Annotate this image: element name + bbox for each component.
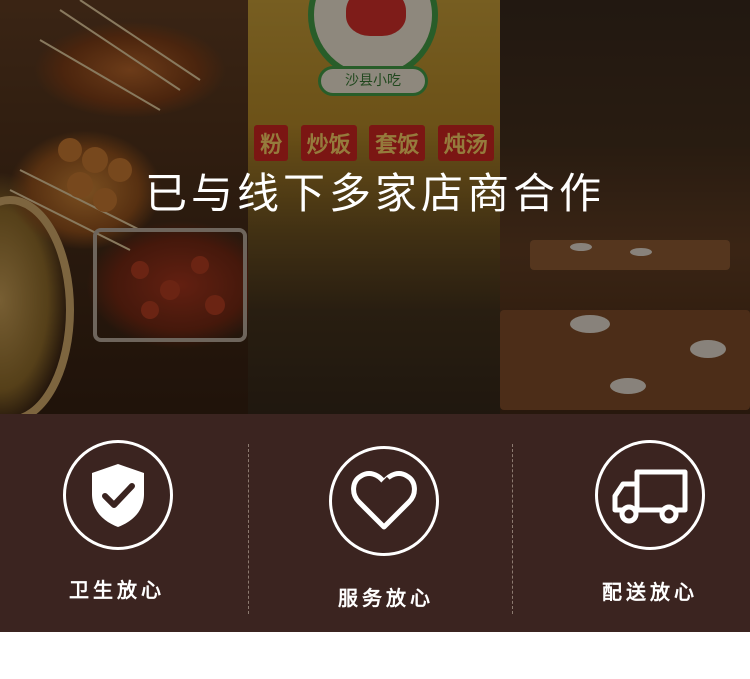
divider bbox=[248, 444, 249, 614]
heart-icon bbox=[351, 471, 417, 530]
feature-label: 卫生放心 bbox=[69, 578, 165, 602]
feature-service: 服务放心 bbox=[296, 440, 476, 620]
feature-icon-circle bbox=[63, 440, 173, 550]
divider bbox=[512, 444, 513, 614]
assurance-band: 卫生放心 服务放心 配送放心 bbox=[0, 414, 750, 632]
feature-icon-circle bbox=[329, 446, 439, 556]
feature-label: 服务放心 bbox=[338, 586, 434, 610]
hero-headline: 已与线下多家店商合作 bbox=[144, 169, 605, 218]
feature-hygiene: 卫生放心 bbox=[27, 440, 207, 620]
feature-delivery: 配送放心 bbox=[560, 440, 740, 620]
feature-label: 配送放心 bbox=[602, 580, 698, 604]
hero-banner: 沙县小吃 粉 炒饭 套饭 炖汤 已与线下多家店商合作 bbox=[0, 0, 750, 414]
truck-icon bbox=[612, 469, 688, 524]
feature-icon-circle bbox=[595, 440, 705, 550]
shield-check-icon bbox=[92, 464, 144, 527]
